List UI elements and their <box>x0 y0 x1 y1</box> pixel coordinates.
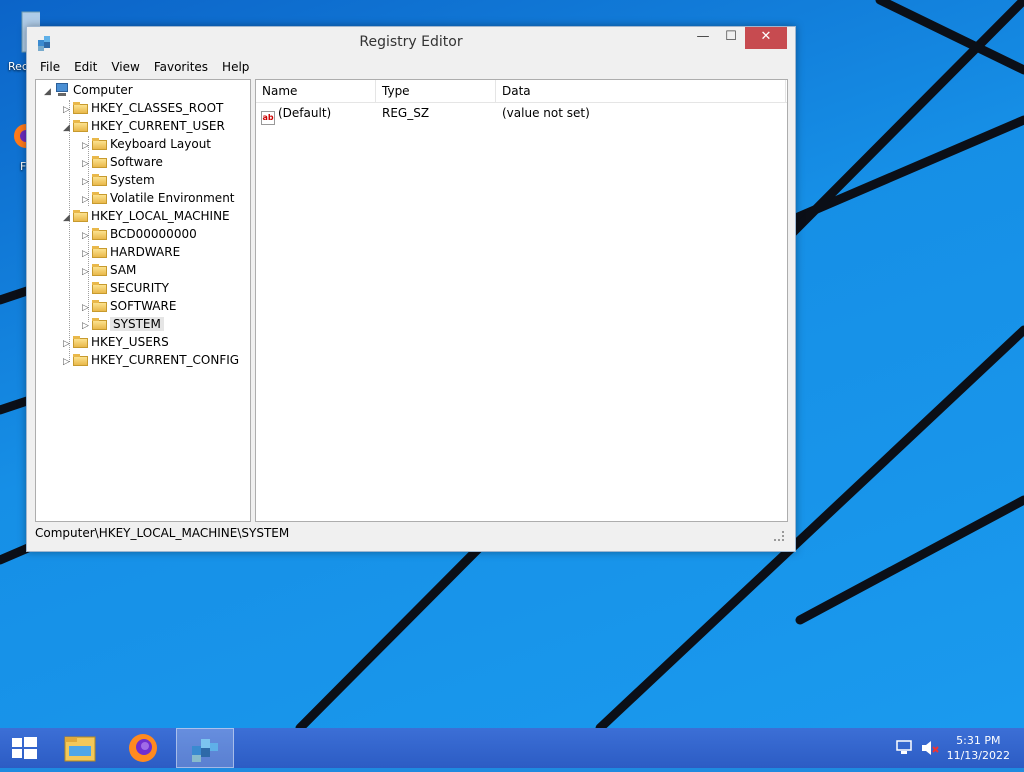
tree-item-security[interactable]: SECURITY <box>82 279 169 297</box>
column-header-type[interactable]: Type <box>376 80 496 102</box>
start-button[interactable] <box>0 728 58 768</box>
column-header-name[interactable]: Name <box>256 80 376 102</box>
folder-icon <box>73 120 88 132</box>
tree-item-label: Volatile Environment <box>110 191 235 205</box>
tree-item-label: HKEY_CURRENT_CONFIG <box>91 353 240 367</box>
tree-item-hkey-classes-root[interactable]: ▷ HKEY_CLASSES_ROOT <box>63 99 223 117</box>
value-name-cell: ab (Default) <box>261 104 331 125</box>
list-header: Name Type Data <box>256 80 787 103</box>
close-button[interactable]: ✕ <box>745 27 787 49</box>
volume-muted-icon[interactable] <box>920 740 940 756</box>
tree-item-label: BCD00000000 <box>110 227 197 241</box>
menu-view[interactable]: View <box>104 57 146 77</box>
status-path: Computer\HKEY_LOCAL_MACHINE\SYSTEM <box>35 526 290 540</box>
folder-icon <box>73 102 88 114</box>
taskbar-firefox[interactable] <box>114 728 172 768</box>
tree-item-label: Keyboard Layout <box>110 137 212 151</box>
computer-icon <box>54 83 70 96</box>
tree-item-label: HARDWARE <box>110 245 181 259</box>
menu-edit[interactable]: Edit <box>67 57 104 77</box>
tree-item-software[interactable]: ▷ Software <box>82 153 163 171</box>
title-bar[interactable]: Registry Editor — ☐ ✕ <box>27 27 795 57</box>
collapse-icon[interactable]: ◢ <box>63 119 73 137</box>
tree-item-keyboard-layout[interactable]: ▷ Keyboard Layout <box>82 135 211 153</box>
folder-icon <box>92 318 107 330</box>
taskbar: 5:31 PM 11/13/2022 <box>0 728 1024 768</box>
desktop-icon-label: Rec <box>8 60 28 73</box>
menu-file[interactable]: File <box>33 57 67 77</box>
clock-date: 11/13/2022 <box>946 749 1010 762</box>
firefox-icon <box>129 734 157 762</box>
tree-item-software-machine[interactable]: ▷ SOFTWARE <box>82 297 176 315</box>
regedit-icon <box>192 739 218 762</box>
tree-item-hkey-local-machine[interactable]: ◢ HKEY_LOCAL_MACHINE <box>63 207 230 225</box>
taskbar-file-explorer[interactable] <box>52 728 110 768</box>
tree-item-label: SYSTEM <box>110 317 164 331</box>
tree-item-label: HKEY_LOCAL_MACHINE <box>91 209 230 223</box>
folder-icon <box>92 282 107 294</box>
tree-item-volatile-environment[interactable]: ▷ Volatile Environment <box>82 189 235 207</box>
tree-item-label: Software <box>110 155 163 169</box>
tree-item-computer[interactable]: ◢ Computer <box>44 81 133 99</box>
file-explorer-icon <box>64 736 96 762</box>
folder-icon <box>73 210 88 222</box>
registry-tree[interactable]: ◢ Computer ▷ HKEY_CLASSES_ROOT ◢ HKEY_CURRE… <box>35 79 251 522</box>
tree-item-bcd[interactable]: ▷ BCD00000000 <box>82 225 197 243</box>
tree-item-hkey-current-user[interactable]: ◢ HKEY_CURRENT_USER <box>63 117 225 135</box>
folder-icon <box>92 138 107 150</box>
tree-item-label: SOFTWARE <box>110 299 177 313</box>
status-bar: Computer\HKEY_LOCAL_MACHINE\SYSTEM <box>35 523 786 543</box>
value-data: (value not set) <box>502 106 590 120</box>
tree-item-label: System <box>110 173 155 187</box>
folder-icon <box>92 174 107 186</box>
resize-grip-icon[interactable] <box>774 531 784 541</box>
folder-icon <box>92 228 107 240</box>
menu-help[interactable]: Help <box>215 57 256 77</box>
tree-item-label: SAM <box>110 263 137 277</box>
windows-logo-icon <box>12 737 37 759</box>
clock-time: 5:31 PM <box>956 734 1001 747</box>
folder-icon <box>92 192 107 204</box>
tree-item-label: HKEY_CURRENT_USER <box>91 119 225 133</box>
tree-item-label: Computer <box>73 83 133 97</box>
tree-item-system-user[interactable]: ▷ System <box>82 171 155 189</box>
tree-item-system-machine[interactable]: ▷ SYSTEM <box>82 315 164 333</box>
string-value-icon: ab <box>261 111 275 125</box>
collapse-icon[interactable]: ◢ <box>63 209 73 227</box>
tree-guide-line <box>69 100 70 362</box>
window-title: Registry Editor <box>359 34 463 50</box>
list-item[interactable]: ab (Default) REG_SZ (value not set) <box>256 104 787 125</box>
folder-icon <box>92 156 107 168</box>
menu-favorites[interactable]: Favorites <box>147 57 215 77</box>
collapse-icon[interactable]: ◢ <box>44 83 54 101</box>
folder-icon <box>92 264 107 276</box>
tree-item-label: HKEY_CLASSES_ROOT <box>91 101 224 115</box>
system-clock[interactable]: 5:31 PM 11/13/2022 <box>947 733 1010 763</box>
minimize-button[interactable]: — <box>689 27 717 49</box>
menu-bar: File Edit View Favorites Help <box>33 57 256 77</box>
registry-editor-window: Registry Editor — ☐ ✕ File Edit View Fav… <box>26 26 796 552</box>
folder-icon <box>92 246 107 258</box>
value-type: REG_SZ <box>382 106 430 120</box>
tree-item-hkey-users[interactable]: ▷ HKEY_USERS <box>63 333 169 351</box>
folder-icon <box>73 354 88 366</box>
network-icon[interactable] <box>896 740 914 756</box>
tree-item-hardware[interactable]: ▷ HARDWARE <box>82 243 180 261</box>
tree-item-sam[interactable]: ▷ SAM <box>82 261 136 279</box>
folder-icon <box>92 300 107 312</box>
tree-item-label: HKEY_USERS <box>91 335 169 349</box>
values-list[interactable]: Name Type Data ab (Default) REG_SZ (value… <box>255 79 788 522</box>
expand-icon[interactable]: ▷ <box>63 353 73 371</box>
column-header-data[interactable]: Data <box>496 80 786 102</box>
tree-item-label: SECURITY <box>110 281 169 295</box>
tree-item-hkey-current-config[interactable]: ▷ HKEY_CURRENT_CONFIG <box>63 351 239 369</box>
folder-icon <box>73 336 88 348</box>
taskbar-registry-editor[interactable] <box>176 728 234 768</box>
value-name: (Default) <box>278 106 332 120</box>
maximize-button[interactable]: ☐ <box>717 27 745 49</box>
